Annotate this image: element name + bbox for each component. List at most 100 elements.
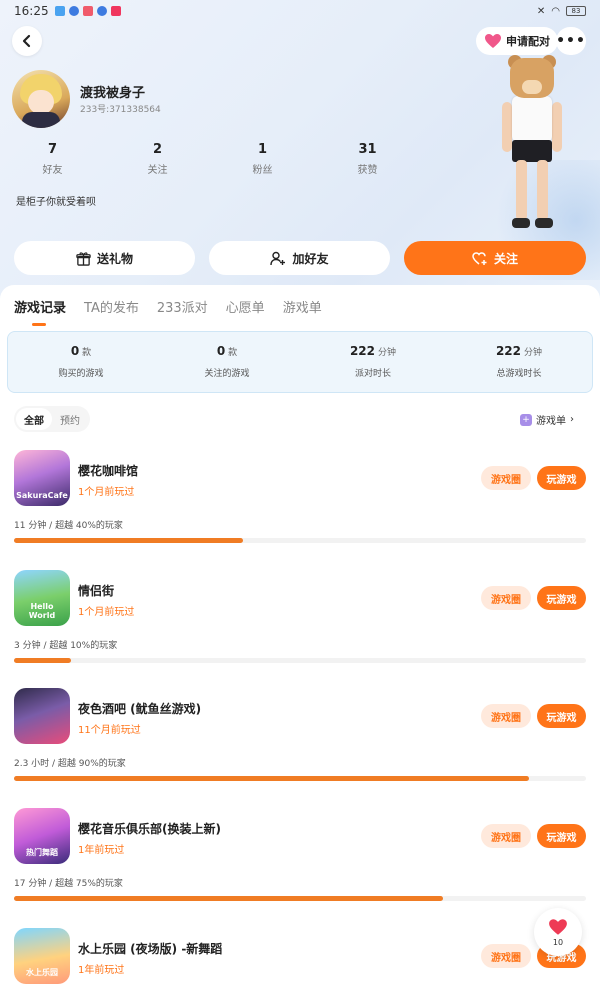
play-progress-fill	[14, 538, 243, 543]
stat-friends[interactable]: 7 好友	[0, 142, 105, 176]
game-icon-text: SakuraCafe	[16, 491, 68, 500]
summary-purchased-games: 0款 购买的游戏	[8, 332, 154, 392]
add-friend-label: 加好友	[292, 251, 329, 266]
summary-value: 0	[70, 344, 80, 358]
like-count: 10	[552, 937, 564, 947]
content-panel: 游戏记录 TA的发布 233派对 心愿单 游戏单 0款 购买的游戏 0款 关注的…	[0, 285, 600, 1000]
video-app-icon	[110, 6, 121, 16]
apply-pair-button[interactable]: 申请配对	[476, 27, 558, 55]
summary-label: 派对时长	[354, 369, 391, 379]
heart-icon	[485, 34, 501, 48]
profile-stats: 7 好友 2 关注 1 粉丝 31 获赞	[0, 142, 420, 176]
mute-icon: ✕	[536, 5, 546, 17]
stat-label: 关注	[147, 165, 168, 176]
stat-value: 2	[152, 142, 163, 157]
play-game-button[interactable]: 玩游戏	[537, 466, 586, 490]
stat-likes[interactable]: 31 获赞	[315, 142, 420, 176]
tab-233-party[interactable]: 233派对	[157, 297, 208, 316]
game-circle-button[interactable]: 游戏圈	[481, 466, 531, 490]
summary-label: 总游戏时长	[496, 369, 542, 379]
game-cover-icon[interactable]: Hello World	[14, 570, 70, 626]
tab-wishlist[interactable]: 心愿单	[226, 297, 265, 316]
game-icon-text: Hello World	[28, 602, 56, 620]
tab-posts[interactable]: TA的发布	[84, 297, 139, 316]
summary-value: 222	[349, 344, 376, 358]
add-user-icon	[270, 251, 286, 265]
game-title: 夜色酒吧 (鱿鱼丝游戏)	[78, 702, 202, 716]
system-status-icons: ✕ ◠ 83	[537, 6, 586, 17]
play-game-button[interactable]: 玩游戏	[537, 704, 586, 728]
gift-icon	[76, 251, 91, 266]
summary-value: 0	[216, 344, 226, 358]
stat-fans[interactable]: 1 粉丝	[210, 142, 315, 176]
chevron-right-icon: ›	[570, 414, 574, 425]
stat-value: 31	[358, 142, 377, 157]
avatar[interactable]	[12, 70, 70, 128]
game-circle-button[interactable]: 游戏圈	[481, 824, 531, 848]
game-item[interactable]: 热门舞蹈 樱花音乐俱乐部(换装上新) 1年前玩过 游戏圈 玩游戏 17 分钟 /…	[0, 808, 600, 928]
game-last-played: 1年前玩过	[78, 845, 125, 856]
play-game-button[interactable]: 玩游戏	[537, 824, 586, 848]
game-play-stats: 2.3 小时 / 超越 90%的玩家	[14, 759, 126, 769]
summary-label: 关注的游戏	[204, 369, 250, 379]
music-icon	[82, 6, 93, 16]
game-item[interactable]: 水上乐园 水上乐园 (夜场版) -新舞蹈 1年前玩过 游戏圈 玩游戏	[0, 928, 600, 1000]
game-icon-text: 热门舞蹈	[26, 848, 58, 857]
app-notification-icon	[96, 6, 107, 16]
game-item[interactable]: SakuraCafe 樱花咖啡馆 1个月前玩过 游戏圈 玩游戏 11 分钟 / …	[0, 450, 600, 570]
heart-plus-icon	[472, 251, 487, 265]
game-title: 水上乐园 (夜场版) -新舞蹈	[78, 942, 223, 956]
game-filter: 全部 预约	[14, 406, 90, 432]
summary-followed-games: 0款 关注的游戏	[154, 332, 300, 392]
summary-unit: 款	[228, 348, 238, 358]
summary-unit: 分钟	[378, 348, 397, 358]
game-list-label: 游戏单	[536, 416, 566, 427]
game-circle-button[interactable]: 游戏圈	[481, 586, 531, 610]
summary-party-duration: 222 分钟 派对时长	[300, 332, 446, 392]
app-notification-icon	[68, 6, 79, 16]
game-last-played: 11个月前玩过	[78, 725, 141, 736]
send-gift-button[interactable]: 送礼物	[14, 241, 195, 275]
stat-label: 获赞	[357, 165, 378, 176]
wifi-icon: ◠	[551, 5, 560, 17]
game-item[interactable]: 夜色酒吧 (鱿鱼丝游戏) 11个月前玩过 游戏圈 玩游戏 2.3 小时 / 超越…	[0, 688, 600, 808]
summary-unit: 款	[82, 348, 92, 358]
tab-game-lists[interactable]: 游戏单	[283, 297, 322, 316]
tab-game-records[interactable]: 游戏记录	[14, 297, 66, 326]
back-button[interactable]	[12, 26, 42, 56]
follow-button[interactable]: 关注	[404, 241, 586, 275]
status-bar: 16:25 ✕ ◠ 83	[0, 0, 600, 22]
game-cover-icon[interactable]: 热门舞蹈	[14, 808, 70, 864]
game-circle-button[interactable]: 游戏圈	[481, 704, 531, 728]
play-game-button[interactable]: 玩游戏	[537, 586, 586, 610]
game-list-link[interactable]: + 游戏单 ›	[520, 412, 574, 427]
more-dots-icon: •••	[556, 33, 586, 49]
avatar-character-illustration[interactable]	[490, 55, 580, 238]
play-progress-track	[14, 538, 586, 543]
game-last-played: 1个月前玩过	[78, 607, 135, 618]
username: 渡我被身子	[80, 86, 146, 101]
game-cover-icon[interactable]	[14, 688, 70, 744]
game-title: 樱花咖啡馆	[78, 464, 139, 478]
game-item[interactable]: Hello World 情侣街 1个月前玩过 游戏圈 玩游戏 3 分钟 / 超越…	[0, 570, 600, 690]
status-time: 16:25	[14, 4, 49, 18]
stat-value: 7	[47, 142, 58, 157]
apply-pair-label: 申请配对	[506, 35, 550, 48]
add-friend-button[interactable]: 加好友	[209, 241, 390, 275]
more-options-button[interactable]: •••	[556, 27, 586, 55]
game-summary-card: 0款 购买的游戏 0款 关注的游戏 222 分钟 派对时长 222 分钟 总游戏时长	[7, 331, 593, 393]
stat-following[interactable]: 2 关注	[105, 142, 210, 176]
game-cover-icon[interactable]: SakuraCafe	[14, 450, 70, 506]
game-title: 樱花音乐俱乐部(换装上新)	[78, 822, 221, 836]
summary-unit: 分钟	[524, 348, 543, 358]
play-progress-track	[14, 658, 586, 663]
game-cover-icon[interactable]: 水上乐园	[14, 928, 70, 984]
game-play-stats: 17 分钟 / 超越 75%的玩家	[14, 879, 123, 889]
play-progress-fill	[14, 896, 443, 901]
summary-total-play-time: 222 分钟 总游戏时长	[446, 332, 592, 392]
game-circle-button[interactable]: 游戏圈	[481, 944, 531, 968]
filter-all[interactable]: 全部	[16, 408, 52, 430]
filter-reserved[interactable]: 预约	[52, 408, 88, 430]
floating-like-button[interactable]: 10	[534, 908, 582, 956]
stat-label: 好友	[42, 165, 63, 176]
